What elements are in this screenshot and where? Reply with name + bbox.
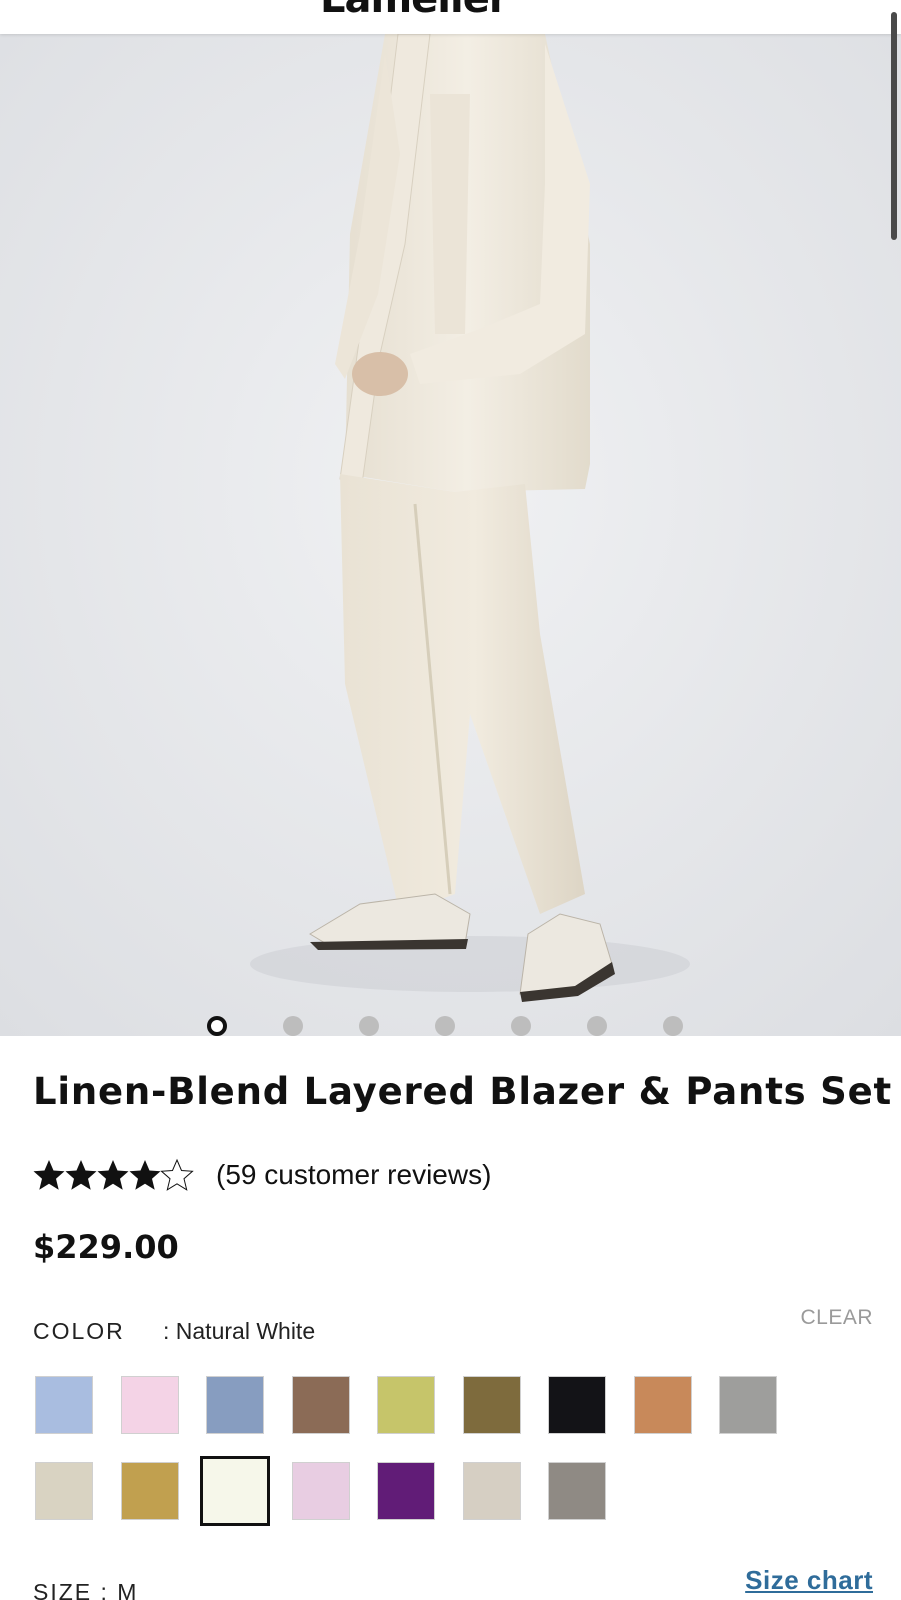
size-selector-header: SIZE : M Size chart (33, 1565, 873, 1600)
color-swatch[interactable] (120, 1462, 179, 1520)
hamburger-menu-icon[interactable] (30, 0, 74, 6)
color-swatch[interactable] (200, 1456, 270, 1526)
clear-button[interactable]: CLEAR (800, 1306, 873, 1330)
size-chart-link[interactable]: Size chart (745, 1565, 873, 1596)
cart-icon[interactable] (821, 0, 861, 14)
carousel-dot[interactable] (663, 1016, 683, 1036)
carousel-pagination (0, 1014, 901, 1036)
product-photo (0, 34, 901, 1036)
color-swatch[interactable] (377, 1376, 435, 1434)
carousel-dot[interactable] (435, 1016, 455, 1036)
star-half-icon (161, 1159, 193, 1191)
color-swatch[interactable] (462, 1462, 521, 1520)
carousel-dot[interactable] (359, 1016, 379, 1036)
size-label: SIZE : M (33, 1579, 139, 1600)
product-image-carousel[interactable] (0, 34, 901, 1036)
header-actions (761, 0, 871, 14)
carousel-dot[interactable] (207, 1016, 227, 1036)
product-price: $229.00 (33, 1228, 179, 1266)
reviews-count[interactable]: (59 customer reviews) (216, 1159, 491, 1191)
carousel-dot[interactable] (587, 1016, 607, 1036)
color-swatches (35, 1376, 835, 1536)
star-icon (33, 1160, 65, 1190)
scrollbar[interactable] (891, 12, 897, 240)
rating-stars (33, 1159, 193, 1191)
search-icon[interactable] (761, 0, 789, 14)
carousel-dot[interactable] (283, 1016, 303, 1036)
product-rating[interactable]: (59 customer reviews) (33, 1155, 633, 1195)
brand-logo[interactable]: Lamelier (320, 0, 580, 22)
top-header: Lamelier (0, 0, 901, 34)
color-swatch[interactable] (377, 1462, 435, 1520)
color-swatch[interactable] (35, 1376, 93, 1434)
carousel-dot[interactable] (511, 1016, 531, 1036)
color-label: COLOR (33, 1318, 125, 1344)
star-icon (97, 1160, 129, 1190)
color-swatch[interactable] (462, 1376, 521, 1434)
star-icon (65, 1160, 97, 1190)
color-swatch[interactable] (548, 1462, 606, 1520)
color-swatch[interactable] (633, 1376, 692, 1434)
color-swatch[interactable] (120, 1376, 179, 1434)
color-selector-header: COLOR : Natural White CLEAR (33, 1306, 873, 1348)
color-swatch[interactable] (291, 1462, 350, 1520)
color-swatch[interactable] (719, 1376, 777, 1434)
color-swatch[interactable] (206, 1376, 264, 1434)
color-swatch[interactable] (35, 1462, 93, 1520)
color-value: : Natural White (163, 1318, 316, 1344)
color-swatch[interactable] (291, 1376, 350, 1434)
product-title: Linen-Blend Layered Blazer & Pants Set (33, 1070, 893, 1113)
color-swatch[interactable] (548, 1376, 606, 1434)
star-icon (129, 1160, 161, 1190)
